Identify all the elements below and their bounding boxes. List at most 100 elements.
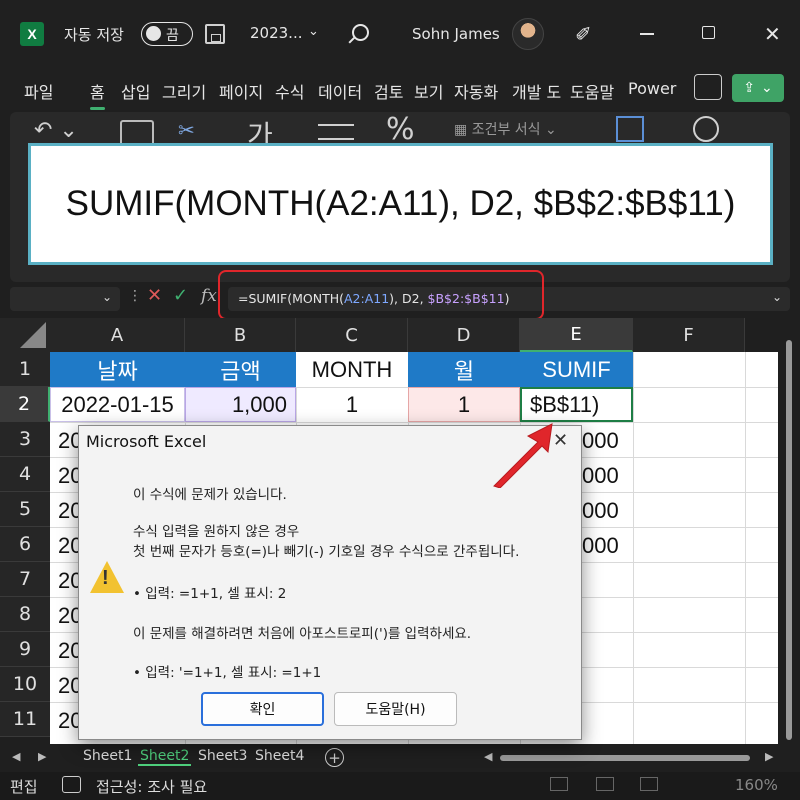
page-layout-icon[interactable] bbox=[596, 777, 614, 791]
zoom-level[interactable]: 160% bbox=[735, 776, 778, 794]
share-button[interactable]: ⇪ ⌄ bbox=[732, 74, 784, 102]
row-header-4[interactable]: 4 bbox=[0, 457, 50, 492]
row-header-9[interactable]: 9 bbox=[0, 632, 50, 667]
normal-view-icon[interactable] bbox=[550, 777, 568, 791]
row-header-7[interactable]: 7 bbox=[0, 562, 50, 597]
scroll-left-icon[interactable]: ◀ bbox=[484, 750, 492, 763]
conditional-format-button[interactable]: ▦ 조건부 서식 ⌄ bbox=[454, 119, 557, 139]
cell-c1[interactable]: MONTH bbox=[296, 352, 408, 387]
cancel-icon[interactable]: ✕ bbox=[147, 285, 162, 306]
grid-line bbox=[633, 352, 634, 744]
ok-button[interactable]: 확인 bbox=[201, 692, 324, 726]
conditional-format-label: 조건부 서식 bbox=[471, 122, 541, 138]
dialog-title: Microsoft Excel bbox=[86, 432, 207, 451]
accessibility-icon[interactable] bbox=[62, 776, 81, 793]
chevron-down-icon[interactable]: ⌄ bbox=[308, 24, 319, 39]
tab-automate[interactable]: 자동화 bbox=[454, 79, 498, 103]
cell-a1[interactable]: 날짜 bbox=[50, 352, 185, 387]
select-all-corner[interactable] bbox=[0, 318, 50, 352]
column-header-a[interactable]: A bbox=[50, 318, 185, 352]
column-header-b[interactable]: B bbox=[185, 318, 296, 352]
tab-power[interactable]: Power bbox=[628, 79, 676, 98]
autosave-state: 끔 bbox=[166, 28, 179, 44]
banner-text: SUMIF(MONTH(A2:A11), D2, $B$2:$B$11) bbox=[65, 184, 736, 223]
tab-data[interactable]: 데이터 bbox=[318, 79, 362, 103]
tab-review[interactable]: 검토 bbox=[374, 79, 403, 103]
row-header-2[interactable]: 2 bbox=[0, 387, 50, 422]
row-header-1[interactable]: 1 bbox=[0, 352, 50, 387]
cell-e1[interactable]: SUMIF bbox=[520, 352, 633, 387]
avatar[interactable] bbox=[512, 18, 544, 50]
tab-view[interactable]: 보기 bbox=[414, 79, 443, 103]
comments-button[interactable] bbox=[694, 74, 722, 100]
find-icon[interactable] bbox=[693, 116, 719, 142]
dialog-message-line: • 입력: =1+1, 셀 표시: 2 bbox=[133, 586, 287, 602]
page-break-icon[interactable] bbox=[640, 777, 658, 791]
chevron-down-icon[interactable]: ⌄ bbox=[102, 290, 112, 304]
excel-logo-icon: X bbox=[20, 22, 44, 46]
vertical-scroll-thumb[interactable] bbox=[786, 340, 792, 740]
align-icon[interactable] bbox=[318, 124, 354, 140]
paste-icon[interactable] bbox=[120, 120, 154, 144]
sheet-tab-1[interactable]: Sheet1 bbox=[81, 748, 134, 764]
tab-help[interactable]: 도움말 bbox=[570, 79, 614, 103]
more-icon[interactable]: ⋮ bbox=[128, 288, 142, 304]
tab-insert[interactable]: 삽입 bbox=[121, 79, 150, 103]
tab-page[interactable]: 페이지 bbox=[219, 79, 263, 103]
tab-home[interactable]: 홈 bbox=[90, 79, 105, 110]
cell-d1[interactable]: 월 bbox=[408, 352, 520, 387]
sheet-tab-4[interactable]: Sheet4 bbox=[253, 748, 306, 764]
prev-sheet-icon[interactable]: ◀ bbox=[12, 750, 20, 763]
number-format-icon[interactable]: % bbox=[386, 112, 415, 147]
horizontal-scroll-thumb[interactable] bbox=[500, 755, 750, 761]
sheet-tab-3[interactable]: Sheet3 bbox=[196, 748, 249, 764]
enter-check-icon[interactable]: ✓ bbox=[173, 285, 188, 306]
help-button[interactable]: 도움말(H) bbox=[334, 692, 457, 726]
minimize-button[interactable] bbox=[640, 33, 654, 35]
search-icon[interactable] bbox=[352, 24, 369, 41]
designer-pen-icon[interactable]: ✐ bbox=[575, 22, 592, 46]
column-header-d[interactable]: D bbox=[408, 318, 520, 352]
cut-icon[interactable]: ✂ bbox=[178, 118, 195, 142]
dialog-message-line: • 입력: '=1+1, 셀 표시: =1+1 bbox=[133, 665, 322, 681]
file-name[interactable]: 2023... bbox=[250, 24, 302, 42]
scroll-right-icon[interactable]: ▶ bbox=[765, 750, 773, 763]
cell-b2[interactable]: 1,000 bbox=[185, 387, 296, 422]
user-name[interactable]: Sohn James bbox=[412, 25, 500, 43]
maximize-button[interactable] bbox=[702, 26, 715, 39]
column-header-c[interactable]: C bbox=[296, 318, 408, 352]
cell-e2-active[interactable]: $B$11) bbox=[520, 387, 633, 422]
expand-formula-icon[interactable]: ⌄ bbox=[772, 290, 782, 304]
warning-exclamation: ! bbox=[102, 567, 109, 589]
cell-b1[interactable]: 금액 bbox=[185, 352, 296, 387]
tab-formulas[interactable]: 수식 bbox=[275, 79, 304, 103]
tab-developer[interactable]: 개발 도 bbox=[512, 79, 561, 103]
column-header-f[interactable]: F bbox=[633, 318, 745, 352]
close-window-button[interactable]: ✕ bbox=[764, 22, 781, 46]
column-header-e[interactable]: E bbox=[520, 318, 633, 352]
sheet-tab-2[interactable]: Sheet2 bbox=[138, 748, 192, 766]
add-sheet-button[interactable]: + bbox=[325, 748, 344, 767]
row-header-5[interactable]: 5 bbox=[0, 492, 50, 527]
insert-function-button[interactable]: fx bbox=[201, 286, 217, 306]
autosave-toggle[interactable]: 끔 bbox=[141, 22, 193, 46]
row-header-6[interactable]: 6 bbox=[0, 527, 50, 562]
cell-c2[interactable]: 1 bbox=[296, 387, 408, 422]
row-header-3[interactable]: 3 bbox=[0, 422, 50, 457]
red-arrow-annotation bbox=[493, 423, 553, 488]
cell-d2[interactable]: 1 bbox=[408, 387, 520, 422]
tab-file[interactable]: 파일 bbox=[24, 79, 53, 103]
row-header-10[interactable]: 10 bbox=[0, 667, 50, 702]
cell-e4-partial: 000 bbox=[582, 463, 619, 488]
save-icon[interactable] bbox=[205, 24, 225, 44]
row-header-8[interactable]: 8 bbox=[0, 597, 50, 632]
toggle-knob bbox=[146, 26, 161, 41]
next-sheet-icon[interactable]: ▶ bbox=[38, 750, 46, 763]
autosave-label: 자동 저장 bbox=[64, 26, 124, 44]
tab-draw[interactable]: 그리기 bbox=[162, 79, 206, 103]
cell-a2[interactable]: 2022-01-15 bbox=[50, 387, 185, 422]
accessibility-status[interactable]: 접근성: 조사 필요 bbox=[96, 776, 207, 797]
cells-icon[interactable] bbox=[616, 116, 644, 142]
undo-icon[interactable]: ↶ ⌄ bbox=[34, 118, 78, 143]
row-header-11[interactable]: 11 bbox=[0, 702, 50, 737]
